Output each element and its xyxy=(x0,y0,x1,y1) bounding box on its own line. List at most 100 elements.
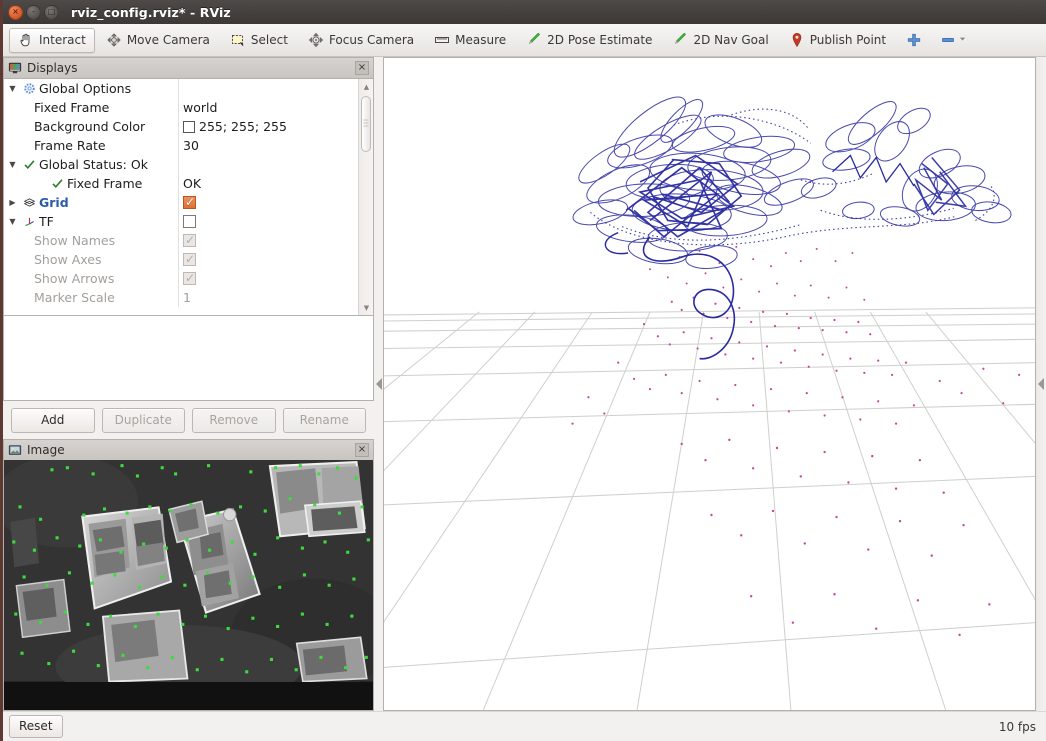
add-button[interactable]: Add xyxy=(11,408,95,433)
image-panel-title: Image xyxy=(27,443,65,457)
tree-row[interactable]: ▶ Grid xyxy=(4,193,358,212)
color-swatch[interactable] xyxy=(183,120,195,133)
tree-row[interactable]: ▼ Global Status: Ok xyxy=(4,155,358,174)
tree-row[interactable]: Fixed Frame world xyxy=(4,98,358,117)
checkbox-disabled xyxy=(183,271,196,285)
tree-row[interactable]: Frame Rate 30 xyxy=(4,136,358,155)
tree-row-label: Global Status: Ok xyxy=(39,157,148,172)
tool-2d-pose-estimate[interactable]: 2D Pose Estimate xyxy=(517,28,661,53)
map-pin-icon xyxy=(789,32,805,48)
tree-row-label: Show Names xyxy=(34,233,116,248)
tree-row[interactable]: Marker Scale 1 xyxy=(4,288,358,307)
tree-row-value: 30 xyxy=(183,138,199,153)
chevron-down-icon[interactable] xyxy=(958,32,967,48)
collapse-right-arrow-icon[interactable] xyxy=(1038,378,1044,390)
tool-2d-nav-goal[interactable]: 2D Nav Goal xyxy=(663,28,777,53)
window-title: rviz_config.rviz* - RViz xyxy=(71,4,231,20)
tree-row-value: world xyxy=(183,100,218,115)
3d-render-view[interactable] xyxy=(383,57,1036,711)
rviz-window: × – □ rviz_config.rviz* - RViz Interact … xyxy=(0,0,1046,741)
select-rectangle-icon xyxy=(230,32,246,48)
remove-button[interactable]: Remove xyxy=(192,408,276,433)
right-dock-collapse-handle[interactable] xyxy=(1036,57,1046,711)
tree-row-name-cell: Show Axes xyxy=(4,252,178,267)
tool-publish-point[interactable]: Publish Point xyxy=(780,28,895,53)
left-dock-collapse-handle[interactable] xyxy=(374,57,383,711)
tree-row-value-cell[interactable] xyxy=(178,212,358,231)
tree-row[interactable]: Fixed Frame OK xyxy=(4,174,358,193)
expand-triangle-down-icon[interactable]: ▼ xyxy=(6,84,19,93)
tree-row[interactable]: ▼ Global Options xyxy=(4,79,358,98)
expand-triangle-right-icon[interactable]: ▶ xyxy=(6,198,19,207)
scroll-down-icon[interactable]: ▼ xyxy=(359,300,373,315)
focus-camera-icon xyxy=(308,32,324,48)
checkbox-disabled xyxy=(183,233,196,247)
tool-select-label: Select xyxy=(250,33,288,47)
scroll-up-icon[interactable]: ▲ xyxy=(359,79,373,94)
tool-interact[interactable]: Interact xyxy=(9,27,95,53)
tree-row[interactable]: Show Names xyxy=(4,231,358,250)
tree-row-name-cell: Background Color xyxy=(4,119,178,134)
image-panel-close-icon[interactable]: × xyxy=(355,443,369,457)
move-camera-icon xyxy=(106,32,122,48)
tree-row-value: 1 xyxy=(183,290,191,305)
tool-move-camera[interactable]: Move Camera xyxy=(97,28,219,53)
tree-row-value-cell[interactable]: OK xyxy=(178,174,358,193)
displays-tree[interactable]: ▼ Global Options Fixed Frame world Backgroun… xyxy=(3,78,374,316)
checkbox-unchecked[interactable] xyxy=(183,215,196,228)
displays-tree-scrollbar[interactable]: ▲ ▼ xyxy=(358,79,373,315)
tree-row-value-cell[interactable] xyxy=(178,231,358,250)
image-panel-header: Image × xyxy=(3,439,374,460)
tree-row-name-cell: ▼ TF xyxy=(4,214,178,229)
camera-image-view[interactable] xyxy=(3,460,374,711)
image-panel: Image × xyxy=(3,439,374,711)
main-body: Displays × ▼ Global Options Fixed Frame wor… xyxy=(3,57,1046,711)
tree-row-name-cell: Show Arrows xyxy=(4,271,178,286)
tree-row-value-cell[interactable]: 255; 255; 255 xyxy=(178,117,358,136)
3d-scene-svg xyxy=(384,58,1035,710)
display-properties-area xyxy=(3,315,374,401)
tree-row-label: Show Arrows xyxy=(34,271,115,286)
checkbox-checked[interactable] xyxy=(183,195,196,209)
reset-button[interactable]: Reset xyxy=(9,715,63,738)
add-tool-button[interactable]: + xyxy=(897,28,931,53)
remove-tool-button[interactable] xyxy=(933,28,974,53)
tree-row-name-cell: ▶ Grid xyxy=(4,195,178,210)
check-icon xyxy=(22,158,36,171)
image-icon xyxy=(8,443,22,457)
tree-row[interactable]: ▼ TF xyxy=(4,212,358,231)
displays-tree-rows[interactable]: ▼ Global Options Fixed Frame world Backgroun… xyxy=(4,79,358,315)
tree-row-name-cell: Fixed Frame xyxy=(4,176,178,191)
tree-row-label: Fixed Frame xyxy=(34,100,110,115)
collapse-left-arrow-icon[interactable] xyxy=(375,378,382,390)
tool-focus-camera[interactable]: Focus Camera xyxy=(299,28,423,53)
plus-icon xyxy=(906,32,922,48)
tree-row[interactable]: Show Axes xyxy=(4,250,358,269)
tree-row[interactable]: Background Color 255; 255; 255 xyxy=(4,117,358,136)
nav-goal-arrow-icon xyxy=(672,32,688,48)
tree-row-value-cell[interactable] xyxy=(178,250,358,269)
expand-triangle-down-icon[interactable]: ▼ xyxy=(6,160,19,169)
tree-row-label: Background Color xyxy=(34,119,146,134)
left-dock: Displays × ▼ Global Options Fixed Frame wor… xyxy=(3,57,374,711)
tool-measure[interactable]: Measure xyxy=(425,28,515,53)
minus-icon xyxy=(940,32,956,48)
camera-feed-svg xyxy=(4,460,373,708)
tree-row-value-cell[interactable] xyxy=(178,193,358,212)
tree-row-value-cell[interactable]: world xyxy=(178,98,358,117)
scrollbar-thumb[interactable] xyxy=(361,96,371,152)
duplicate-button[interactable]: Duplicate xyxy=(101,408,185,433)
rename-button[interactable]: Rename xyxy=(282,408,366,433)
tree-row-value-cell[interactable] xyxy=(178,269,358,288)
tree-row-value-cell[interactable] xyxy=(178,155,358,174)
tree-row-label: Show Axes xyxy=(34,252,102,267)
tree-row[interactable]: Show Arrows xyxy=(4,269,358,288)
tree-row-value-cell[interactable]: 1 xyxy=(178,288,358,307)
expand-triangle-down-icon[interactable]: ▼ xyxy=(6,217,19,226)
tool-publish-point-label: Publish Point xyxy=(809,33,887,47)
tree-row-value-cell[interactable]: 30 xyxy=(178,136,358,155)
displays-panel-close-icon[interactable]: × xyxy=(355,61,369,75)
tree-row-value-cell[interactable] xyxy=(178,79,358,98)
tool-select[interactable]: Select xyxy=(221,28,297,53)
monitor-icon xyxy=(8,61,22,75)
